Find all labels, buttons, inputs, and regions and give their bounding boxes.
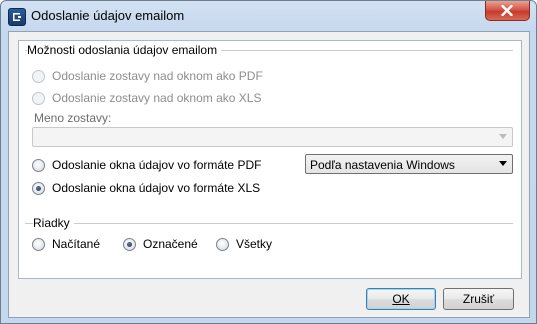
radio-rows-loaded[interactable]: Načítané [32,236,100,252]
content-panel: Možnosti odoslania údajov emailom Odosla… [18,40,522,279]
radio-rows-all-label[interactable]: Všetky [236,237,272,251]
options-group-title: Možnosti odoslania údajov emailom [27,43,222,57]
cancel-button-label: Zrušiť [462,292,495,306]
radio-window-xls[interactable]: Odoslanie okna údajov vo formáte XLS [32,180,260,196]
radio-rows-selected-label[interactable]: Označené [143,237,198,251]
radio-rows-loaded-label[interactable]: Načítané [52,237,100,251]
title-bar[interactable]: Odoslanie údajov emailom [1,1,536,31]
radio-button[interactable] [123,237,136,251]
rows-group-title: Riadky [33,216,74,230]
radio-report-xls-label: Odoslanie zostavy nad oknom ako XLS [52,91,262,105]
chevron-down-icon [499,161,507,166]
dialog-client-area: Možnosti odoslania údajov emailom Odosla… [8,31,530,318]
rows-group-divider [25,223,513,224]
pdf-format-select-value: Podľa nastavenia Windows [310,158,455,172]
cancel-button[interactable]: Zrušiť [443,288,514,310]
radio-window-pdf[interactable]: Odoslanie okna údajov vo formáte PDF [32,157,261,173]
dialog-window: Odoslanie údajov emailom Možnosti odosla… [0,0,537,324]
pdf-format-select[interactable]: Podľa nastavenia Windows [305,154,513,174]
radio-button[interactable] [216,237,229,251]
radio-report-pdf: Odoslanie zostavy nad oknom ako PDF [32,68,263,84]
ok-button-label: OK [392,292,410,306]
radio-button [32,69,45,83]
radio-window-pdf-label[interactable]: Odoslanie okna údajov vo formáte PDF [52,158,261,172]
radio-button[interactable] [32,158,45,172]
ok-button[interactable]: OK [366,288,436,310]
close-icon [501,5,513,16]
chevron-down-icon [499,134,507,139]
radio-button[interactable] [32,181,45,195]
window-title: Odoslanie údajov emailom [31,8,185,23]
radio-window-xls-label[interactable]: Odoslanie okna údajov vo formáte XLS [52,181,260,195]
app-logo-icon [8,8,26,26]
radio-rows-all[interactable]: Všetky [216,236,272,252]
report-name-select [32,127,513,147]
radio-report-pdf-label: Odoslanie zostavy nad oknom ako PDF [52,69,263,83]
close-button[interactable] [485,1,530,21]
radio-rows-selected[interactable]: Označené [123,236,198,252]
report-name-label: Meno zostavy: [34,111,112,125]
radio-button[interactable] [32,237,45,251]
radio-report-xls: Odoslanie zostavy nad oknom ako XLS [32,90,261,106]
radio-button [32,91,45,105]
